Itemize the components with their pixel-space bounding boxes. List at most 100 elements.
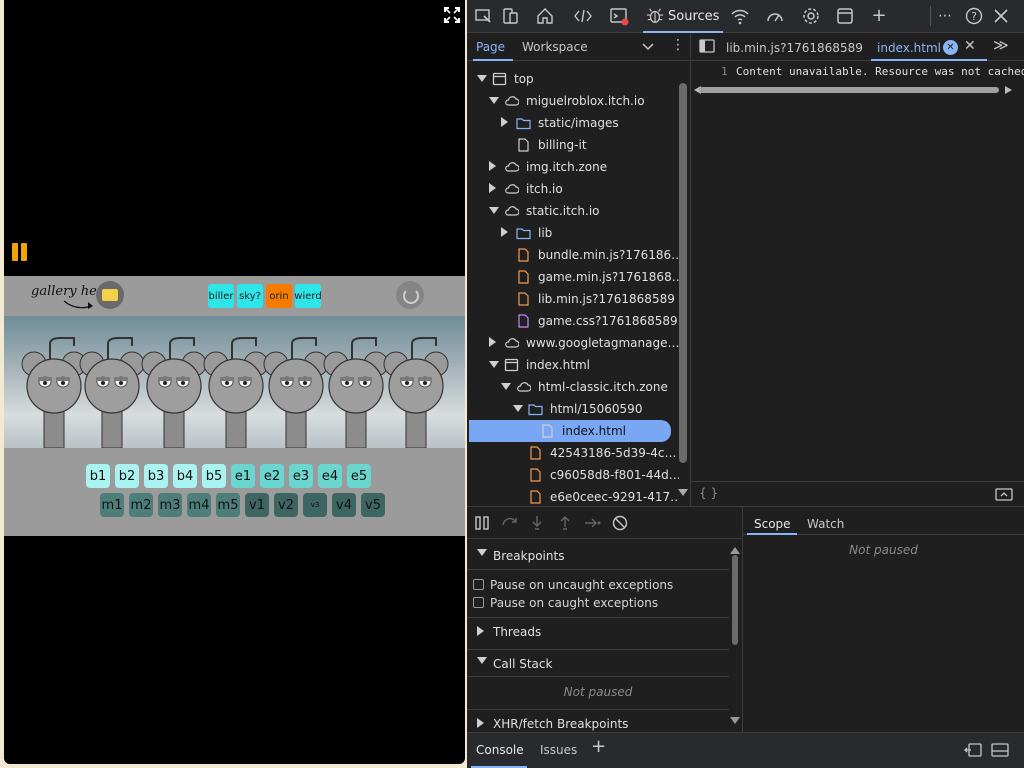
sound-button-m2[interactable]: m2 bbox=[129, 493, 153, 517]
application-icon[interactable] bbox=[835, 6, 855, 26]
expand-down-icon[interactable] bbox=[477, 75, 487, 82]
scroll-up-arrow-icon[interactable] bbox=[730, 547, 740, 554]
tree-item[interactable]: e6e0ceec-9291-417… bbox=[467, 486, 679, 508]
tab-watch[interactable]: Watch bbox=[807, 517, 844, 531]
tree-item[interactable]: miguelroblox.itch.io bbox=[467, 90, 679, 112]
close-icon[interactable] bbox=[991, 6, 1011, 26]
tree-item-selected[interactable]: index.html bbox=[469, 420, 671, 442]
expand-right-icon[interactable] bbox=[489, 161, 496, 171]
sound-button-v2[interactable]: v2 bbox=[274, 493, 298, 517]
tab-issues[interactable]: Issues bbox=[540, 743, 577, 757]
tree-item[interactable]: static/images bbox=[467, 112, 679, 134]
tree-item[interactable]: static.itch.io bbox=[467, 200, 679, 222]
tree-item[interactable]: 42543186-5d39-4c… bbox=[467, 442, 679, 464]
toggle-navigator-icon[interactable] bbox=[699, 39, 715, 53]
expand-right-icon[interactable] bbox=[501, 227, 508, 237]
sound-button-b5[interactable]: b5 bbox=[202, 464, 226, 488]
sound-button-e5[interactable]: e5 bbox=[347, 464, 371, 488]
sound-button-b1[interactable]: b1 bbox=[86, 464, 110, 488]
sound-button-e2[interactable]: e2 bbox=[260, 464, 284, 488]
sound-button-e3[interactable]: e3 bbox=[289, 464, 313, 488]
tree-item[interactable]: c96058d8-f801-44d… bbox=[467, 464, 679, 486]
step-into-icon[interactable] bbox=[529, 515, 545, 531]
tree-item[interactable]: html/15060590 bbox=[467, 398, 679, 420]
tree-item[interactable]: img.itch.zone bbox=[467, 156, 679, 178]
character-7[interactable] bbox=[383, 337, 449, 448]
more-options-icon[interactable]: ⋯ bbox=[935, 6, 955, 26]
character-3[interactable] bbox=[141, 337, 207, 448]
network-icon[interactable] bbox=[730, 6, 750, 26]
tree-item[interactable]: lib.min.js?1761868589 bbox=[467, 288, 679, 310]
tree-item[interactable]: game.min.js?1761868… bbox=[467, 266, 679, 288]
scroll-right-arrow-icon[interactable] bbox=[1005, 86, 1012, 94]
tree-item[interactable]: html-classic.itch.zone bbox=[467, 376, 679, 398]
step-over-icon[interactable] bbox=[501, 515, 519, 531]
reset-button[interactable] bbox=[396, 281, 424, 309]
gallery-folder-button[interactable] bbox=[96, 281, 124, 309]
more-tabs-icon[interactable]: ≫ bbox=[993, 36, 1009, 54]
chevron-down-icon[interactable] bbox=[642, 42, 654, 52]
deactivate-breakpoints-icon[interactable] bbox=[612, 515, 628, 531]
call-stack-section-header[interactable]: Call Stack bbox=[467, 649, 729, 677]
character-1[interactable] bbox=[21, 337, 87, 448]
theme-button-1[interactable]: sky? bbox=[237, 284, 263, 308]
sound-button-m4[interactable]: m4 bbox=[187, 493, 211, 517]
breakpoints-section-header[interactable]: Breakpoints bbox=[467, 542, 729, 570]
theme-button-3[interactable]: wierd bbox=[294, 284, 322, 308]
help-icon[interactable]: ? bbox=[964, 6, 984, 26]
toggle-drawer-icon[interactable] bbox=[991, 742, 1009, 758]
debugger-scrollbar[interactable] bbox=[732, 555, 738, 645]
coverage-icon[interactable] bbox=[995, 488, 1013, 501]
expand-right-icon[interactable] bbox=[489, 183, 496, 193]
inspect-element-icon[interactable] bbox=[473, 6, 493, 26]
scroll-down-arrow-icon[interactable] bbox=[678, 489, 688, 497]
modified-close-icon[interactable]: ✕ bbox=[943, 40, 958, 55]
tree-item[interactable]: www.googletagmanage… bbox=[467, 332, 679, 354]
pause-script-icon[interactable] bbox=[474, 515, 490, 531]
editor-tab[interactable]: lib.min.js?1761868589 bbox=[721, 33, 871, 61]
character-5[interactable] bbox=[263, 337, 329, 448]
character-6[interactable] bbox=[323, 337, 389, 448]
sound-button-v1[interactable]: v1 bbox=[245, 493, 269, 517]
sound-button-m5[interactable]: m5 bbox=[216, 493, 240, 517]
expand-down-icon[interactable] bbox=[501, 383, 511, 390]
editor-tab-active[interactable]: index.html ✕ ✕ bbox=[871, 33, 987, 61]
sound-button-m1[interactable]: m1 bbox=[100, 493, 124, 517]
sound-button-e4[interactable]: e4 bbox=[318, 464, 342, 488]
sound-button-v5[interactable]: v5 bbox=[361, 493, 385, 517]
step-icon[interactable] bbox=[584, 515, 602, 531]
sound-button-b2[interactable]: b2 bbox=[115, 464, 139, 488]
character-4[interactable] bbox=[203, 337, 269, 448]
settings-gear-icon[interactable] bbox=[801, 6, 821, 26]
sound-button-b3[interactable]: b3 bbox=[144, 464, 168, 488]
tree-item[interactable]: bundle.min.js?176186… bbox=[467, 244, 679, 266]
theme-button-2[interactable]: orin bbox=[266, 284, 292, 308]
expand-down-icon[interactable] bbox=[489, 97, 499, 104]
expand-right-icon[interactable] bbox=[501, 117, 508, 127]
tree-item[interactable]: top bbox=[467, 68, 679, 90]
device-toolbar-icon[interactable] bbox=[500, 6, 520, 26]
threads-section-header[interactable]: Threads bbox=[467, 617, 729, 645]
expand-down-icon[interactable] bbox=[489, 361, 499, 368]
tab-scope[interactable]: Scope bbox=[754, 517, 791, 531]
kebab-menu-icon[interactable]: ⋮ bbox=[671, 37, 685, 53]
fullscreen-icon[interactable] bbox=[443, 6, 461, 24]
expand-down-icon[interactable] bbox=[489, 207, 499, 214]
tree-item[interactable]: game.css?1761868589 bbox=[467, 310, 679, 332]
home-icon[interactable] bbox=[535, 6, 555, 26]
close-tab-icon[interactable]: ✕ bbox=[964, 38, 976, 54]
tree-item[interactable]: itch.io bbox=[467, 178, 679, 200]
sound-button-v4[interactable]: v4 bbox=[332, 493, 356, 517]
dock-panel-icon[interactable] bbox=[964, 742, 982, 758]
pause-uncaught-checkbox[interactable]: Pause on uncaught exceptions bbox=[473, 578, 673, 592]
expand-down-icon[interactable] bbox=[513, 405, 523, 412]
pause-icon[interactable] bbox=[11, 243, 29, 263]
console-error-icon[interactable] bbox=[609, 6, 629, 26]
pause-caught-checkbox[interactable]: Pause on caught exceptions bbox=[473, 596, 658, 610]
navigator-scrollbar[interactable] bbox=[679, 83, 687, 463]
character-2[interactable] bbox=[79, 337, 145, 448]
tree-item[interactable]: billing-it bbox=[467, 134, 679, 156]
step-out-icon[interactable] bbox=[557, 515, 573, 531]
sound-button-e1[interactable]: e1 bbox=[231, 464, 255, 488]
tab-console[interactable]: Console bbox=[476, 743, 524, 757]
